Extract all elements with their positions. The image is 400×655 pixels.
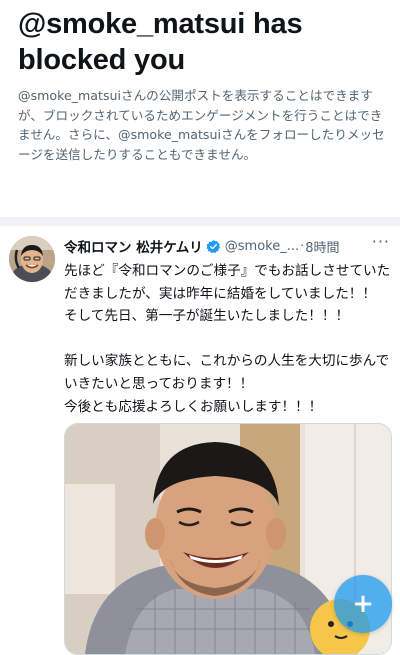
blocked-notice: @smoke_matsui has blocked you @smoke_mat…	[0, 0, 400, 217]
tweet-line: 先ほど『令和ロマンのご様子』でもお話しさせていただきましたが、実は昨年に結婚をし…	[64, 263, 391, 302]
tweet-line: そして先日、第一子が誕生いたしました！！！	[64, 308, 350, 325]
timestamp[interactable]: 8時間	[305, 237, 339, 256]
separator-dot: ·	[300, 238, 305, 254]
blocked-title: @smoke_matsui has blocked you	[18, 8, 303, 76]
section-divider	[0, 217, 400, 226]
compose-plus-icon: +	[352, 589, 374, 619]
tweet-card[interactable]: 令和ロマン 松井ケムリ @smoke_... · 8時間 ··· 先ほど『令和ロ…	[0, 226, 400, 655]
handle[interactable]: @smoke_...	[225, 239, 299, 254]
tweet-line-gap	[64, 328, 392, 351]
ellipsis-icon[interactable]: ···	[372, 234, 390, 250]
tweet-header: 令和ロマン 松井ケムリ @smoke_... · 8時間	[64, 236, 394, 257]
tweet-text: 先ほど『令和ロマンのご様子』でもお話しさせていただきましたが、実は昨年に結婚をし…	[64, 260, 392, 418]
avatar[interactable]	[9, 236, 55, 282]
tweet-line: 新しい家族とともに、これからの人生を大切に歩んでいきたいと思っております！！	[64, 353, 390, 392]
display-name[interactable]: 令和ロマン 松井ケムリ	[64, 236, 203, 256]
blocked-description: @smoke_matsuiさんの公開ポストを表示することはできますが、ブロックさ…	[18, 88, 385, 162]
tweet-line: 今後とも応援よろしくお願いします！！！	[64, 398, 323, 415]
compose-button[interactable]: +	[334, 575, 392, 633]
verified-badge-icon	[206, 239, 221, 254]
